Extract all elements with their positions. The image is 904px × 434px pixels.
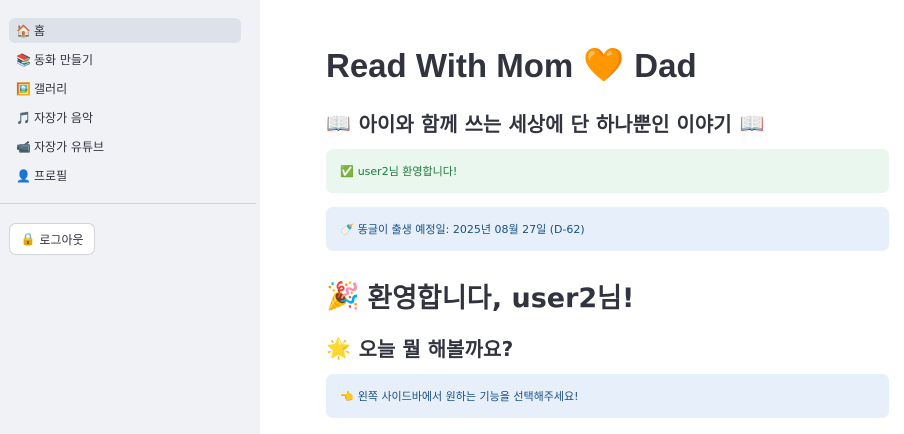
profile-icon: 👤 <box>16 168 31 183</box>
due-date-alert: 🍼 똥글이 출생 예정일: 2025년 08월 27일 (D-62) <box>326 207 889 251</box>
page-title: Read With Mom 🧡 Dad <box>326 46 697 85</box>
sidebar-item-gallery[interactable]: 🖼️ 갤러리 <box>9 76 241 101</box>
page-subtitle: 📖 아이와 함께 쓰는 세상에 단 하나뿐인 이야기 📖 <box>326 108 765 137</box>
logout-label: 로그아웃 <box>39 232 84 247</box>
title-right: Dad <box>634 46 697 84</box>
lock-icon: 🔒 <box>20 232 36 246</box>
success-message: user2님 환영합니다! <box>357 165 458 178</box>
hint-alert: 👈 왼쪽 사이드바에서 원하는 기능을 선택해주세요! <box>326 374 889 418</box>
baby-bottle-icon: 🍼 <box>340 222 354 236</box>
star-icon: 🌟 <box>326 335 351 360</box>
welcome-text: 환영합니다, user2님! <box>367 283 635 314</box>
sidebar: 🏠 홈 📚 동화 만들기 🖼️ 갤러리 🎵 자장가 음악 📹 자장가 유튜브 👤… <box>0 0 260 434</box>
pointing-left-icon: 👈 <box>340 389 354 403</box>
title-left: Read With Mom <box>326 46 574 84</box>
sidebar-item-lullaby-music[interactable]: 🎵 자장가 음악 <box>9 105 241 130</box>
picture-icon: 🖼️ <box>16 81 31 96</box>
sidebar-item-profile[interactable]: 👤 프로필 <box>9 163 241 188</box>
sidebar-divider <box>0 203 256 204</box>
check-mark-icon: ✅ <box>340 164 354 178</box>
books-icon: 📚 <box>16 52 31 67</box>
success-alert: ✅ user2님 환영합니다! <box>326 149 889 193</box>
question-heading: 🌟 오늘 뭘 해볼까요? <box>326 333 513 362</box>
hint-message: 왼쪽 사이드바에서 원하는 기능을 선택해주세요! <box>357 390 579 403</box>
due-date-message: 똥글이 출생 예정일: 2025년 08월 27일 (D-62) <box>357 223 585 236</box>
sidebar-item-label: 홈 <box>34 24 46 38</box>
question-text: 오늘 뭘 해볼까요? <box>358 337 514 361</box>
heart-icon: 🧡 <box>583 46 625 83</box>
sidebar-item-label: 갤러리 <box>34 82 68 96</box>
video-icon: 📹 <box>16 139 31 154</box>
open-book-icon: 📖 <box>739 110 765 135</box>
house-icon: 🏠 <box>16 23 31 38</box>
sidebar-item-lullaby-youtube[interactable]: 📹 자장가 유튜브 <box>9 134 241 159</box>
sidebar-item-label: 동화 만들기 <box>34 53 94 67</box>
sidebar-item-home[interactable]: 🏠 홈 <box>9 18 241 43</box>
sidebar-item-create-story[interactable]: 📚 동화 만들기 <box>9 47 241 72</box>
sidebar-item-label: 자장가 유튜브 <box>34 140 105 154</box>
music-note-icon: 🎵 <box>16 110 31 125</box>
party-popper-icon: 🎉 <box>326 280 360 312</box>
sidebar-nav: 🏠 홈 📚 동화 만들기 🖼️ 갤러리 🎵 자장가 음악 📹 자장가 유튜브 👤… <box>0 0 260 188</box>
sidebar-item-label: 프로필 <box>34 169 68 183</box>
sidebar-item-label: 자장가 음악 <box>34 111 94 125</box>
welcome-heading: 🎉 환영합니다, user2님! <box>326 276 634 315</box>
logout-button[interactable]: 🔒 로그아웃 <box>9 223 95 255</box>
open-book-icon: 📖 <box>326 110 351 135</box>
subtitle-text: 아이와 함께 쓰는 세상에 단 하나뿐인 이야기 <box>358 112 732 136</box>
